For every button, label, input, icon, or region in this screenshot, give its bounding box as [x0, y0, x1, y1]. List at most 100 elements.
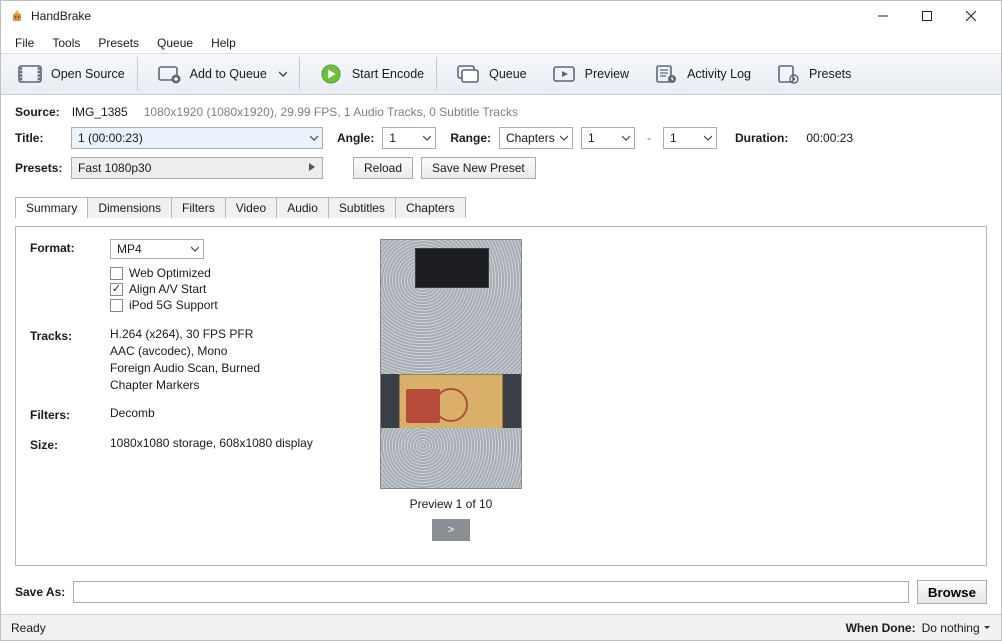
queue-button[interactable]: Queue [445, 57, 537, 91]
checkbox-icon [110, 299, 123, 312]
presets-label: Presets [809, 67, 851, 81]
web-optimized-checkbox[interactable]: Web Optimized [110, 265, 218, 281]
filters-label: Filters: [30, 406, 98, 422]
preview-icon [551, 63, 577, 85]
range-to-value: 1 [670, 131, 677, 145]
source-name: IMG_1385 [72, 105, 128, 119]
menu-tools[interactable]: Tools [44, 33, 88, 53]
menu-help[interactable]: Help [203, 33, 244, 53]
when-done-label: When Done: [846, 621, 916, 635]
save-as-input[interactable] [73, 581, 909, 603]
title-select[interactable]: 1 (00:00:23) [71, 127, 323, 149]
preview-image [380, 239, 522, 489]
title-select-value: 1 (00:00:23) [78, 131, 143, 145]
ipod-5g-support-checkbox[interactable]: iPod 5G Support [110, 297, 218, 313]
tab-summary[interactable]: Summary [15, 197, 88, 218]
queue-label: Queue [489, 67, 527, 81]
tab-chapters[interactable]: Chapters [395, 197, 466, 218]
tab-video[interactable]: Video [225, 197, 277, 218]
checkbox-checked-icon [110, 283, 123, 296]
source-meta: 1080x1920 (1080x1920), 29.99 FPS, 1 Audi… [144, 105, 518, 119]
tracks-label: Tracks: [30, 327, 98, 343]
menu-file[interactable]: File [7, 33, 42, 53]
window-maximize-button[interactable] [905, 1, 949, 31]
tab-panel-summary: Format: MP4 Web Optimized Align A/V Star… [15, 226, 987, 566]
toolbar: Open Source Add to Queue Start Encode Qu… [1, 53, 1001, 95]
presets-label: Presets: [15, 161, 63, 175]
format-label: Format: [30, 239, 98, 255]
tab-dimensions[interactable]: Dimensions [87, 197, 172, 218]
preview-caption: Preview 1 of 10 [410, 497, 493, 511]
triangle-right-icon [308, 161, 316, 175]
format-value: MP4 [117, 242, 142, 256]
add-to-queue-button[interactable]: Add to Queue [146, 57, 300, 91]
tracks-summary: H.264 (x264), 30 FPS PFR AAC (avcodec), … [110, 327, 260, 392]
range-dash: - [643, 131, 655, 145]
chevron-down-icon [191, 242, 199, 256]
source-label: Source: [15, 105, 60, 119]
presets-row: Presets: Fast 1080p30 Reload Save New Pr… [15, 157, 987, 179]
play-icon [318, 63, 344, 85]
size-value: 1080x1080 storage, 608x1080 display [110, 436, 313, 450]
presets-button[interactable]: Presets [765, 57, 861, 91]
window-title: HandBrake [31, 9, 91, 23]
when-done-value: Do nothing [922, 621, 980, 635]
source-row: Source: IMG_1385 1080x1920 (1080x1920), … [15, 105, 987, 119]
save-as-label: Save As: [15, 585, 65, 599]
add-to-queue-label: Add to Queue [190, 67, 267, 81]
preview-button[interactable]: Preview [541, 57, 639, 91]
align-av-start-checkbox[interactable]: Align A/V Start [110, 281, 218, 297]
save-new-preset-button[interactable]: Save New Preset [421, 157, 536, 179]
status-text: Ready [11, 621, 46, 635]
activity-log-icon [653, 63, 679, 85]
window-minimize-button[interactable] [861, 1, 905, 31]
range-type-value: Chapters [506, 131, 555, 145]
range-label: Range: [450, 131, 491, 145]
duration-value: 00:00:23 [806, 131, 853, 145]
start-encode-label: Start Encode [352, 67, 424, 81]
tab-subtitles[interactable]: Subtitles [328, 197, 396, 218]
add-queue-icon [156, 63, 182, 85]
open-source-button[interactable]: Open Source [7, 57, 138, 91]
preset-select[interactable]: Fast 1080p30 [71, 157, 323, 179]
menu-queue[interactable]: Queue [149, 33, 201, 53]
activity-log-label: Activity Log [687, 67, 751, 81]
chevron-down-icon [560, 131, 568, 145]
browse-button[interactable]: Browse [917, 580, 987, 604]
open-source-label: Open Source [51, 67, 125, 81]
filters-value: Decomb [110, 406, 155, 420]
preview-next-button[interactable]: > [432, 519, 470, 541]
chevron-down-icon [310, 131, 318, 145]
menu-presets[interactable]: Presets [90, 33, 147, 53]
chevron-down-icon [622, 131, 630, 145]
title-bar: HandBrake [1, 1, 1001, 31]
preview-label: Preview [585, 67, 629, 81]
range-from-value: 1 [588, 131, 595, 145]
reload-button[interactable]: Reload [353, 157, 413, 179]
angle-value: 1 [389, 131, 396, 145]
chevron-down-icon [983, 624, 991, 632]
range-from-select[interactable]: 1 [581, 127, 635, 149]
chevron-down-icon [423, 131, 431, 145]
when-done-dropdown[interactable]: Do nothing [922, 621, 991, 635]
title-label: Title: [15, 131, 63, 145]
window-close-button[interactable] [949, 1, 993, 31]
film-icon [17, 63, 43, 85]
range-to-select[interactable]: 1 [663, 127, 717, 149]
tab-strip: Summary Dimensions Filters Video Audio S… [15, 197, 987, 218]
duration-label: Duration: [735, 131, 788, 145]
size-label: Size: [30, 436, 98, 452]
preset-value: Fast 1080p30 [78, 161, 151, 175]
chevron-down-icon [704, 131, 712, 145]
queue-icon [455, 63, 481, 85]
start-encode-button[interactable]: Start Encode [308, 57, 437, 91]
format-select[interactable]: MP4 [110, 239, 204, 259]
angle-select[interactable]: 1 [382, 127, 436, 149]
range-type-select[interactable]: Chapters [499, 127, 573, 149]
menu-bar: File Tools Presets Queue Help [1, 31, 1001, 53]
tab-filters[interactable]: Filters [171, 197, 226, 218]
activity-log-button[interactable]: Activity Log [643, 57, 761, 91]
checkbox-icon [110, 267, 123, 280]
tab-audio[interactable]: Audio [276, 197, 329, 218]
presets-icon [775, 63, 801, 85]
